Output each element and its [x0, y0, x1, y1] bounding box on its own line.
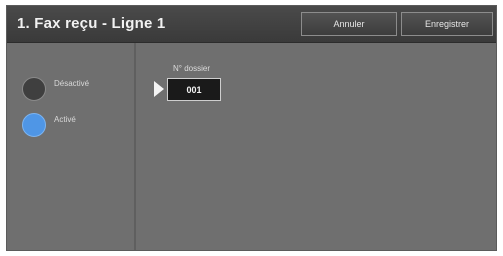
- cancel-button[interactable]: Annuler: [301, 12, 397, 36]
- radio-on-icon: [22, 113, 46, 137]
- file-number-label: N° dossier: [173, 64, 210, 73]
- option-enabled-label: Activé: [54, 115, 76, 124]
- radio-off-icon: [22, 77, 46, 101]
- page-title: 1. Fax reçu - Ligne 1: [17, 15, 166, 32]
- save-button[interactable]: Enregistrer: [401, 12, 493, 36]
- options-panel: Désactivé Activé: [7, 43, 136, 250]
- option-enabled[interactable]: Activé: [7, 105, 127, 145]
- dialog-window: 1. Fax reçu - Ligne 1 Annuler Enregistre…: [6, 5, 497, 251]
- option-disabled-label: Désactivé: [54, 79, 90, 88]
- file-number-field[interactable]: 001: [167, 78, 221, 101]
- title-bar: 1. Fax reçu - Ligne 1 Annuler Enregistre…: [7, 6, 496, 43]
- option-disabled[interactable]: Désactivé: [7, 69, 127, 109]
- triangle-right-icon: [154, 81, 164, 97]
